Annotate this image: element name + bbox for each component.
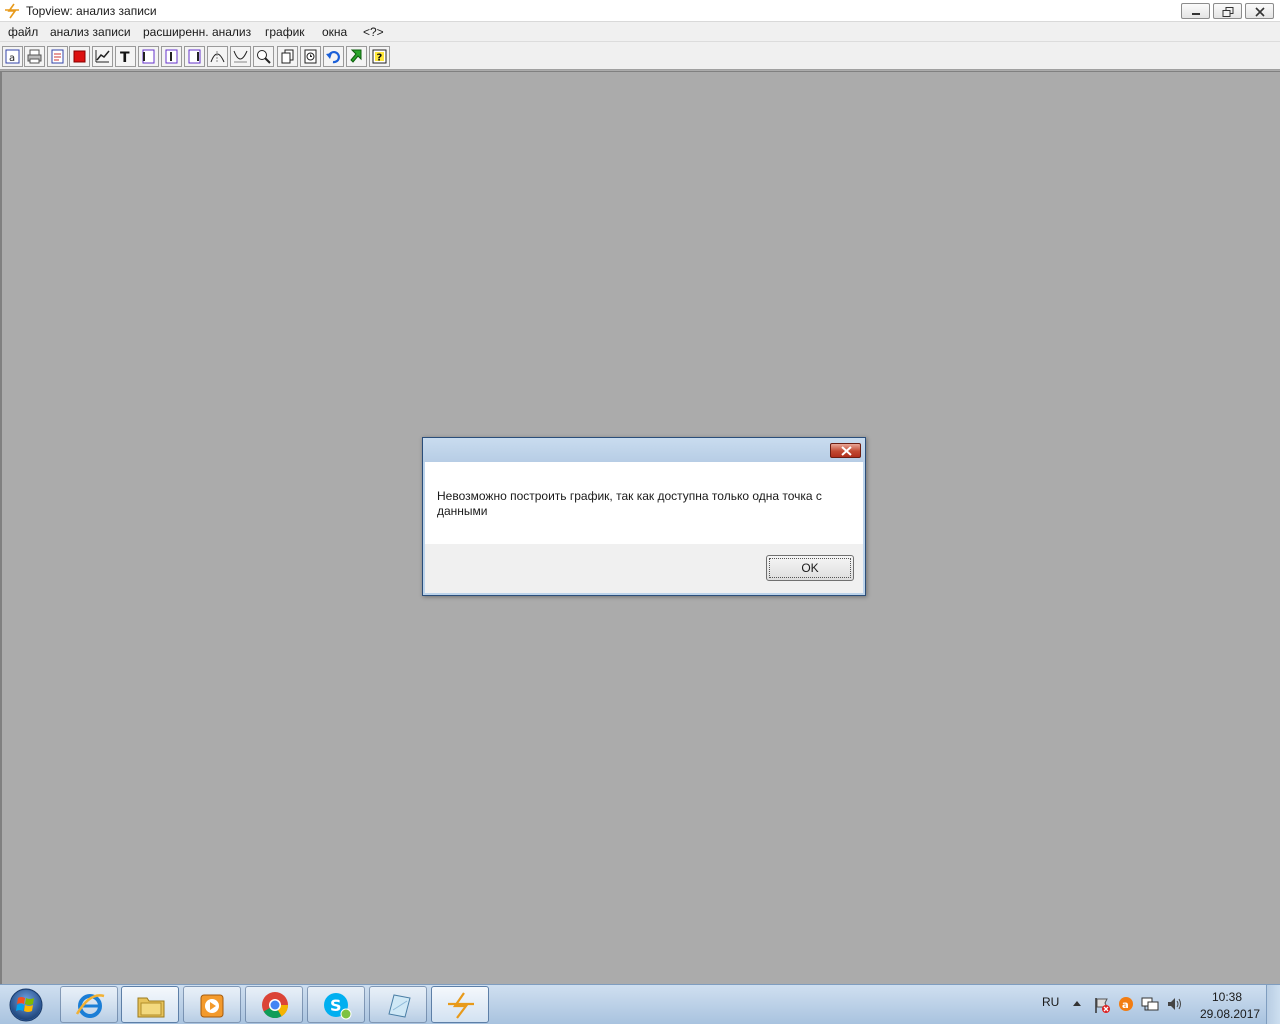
document-right-icon <box>188 49 201 64</box>
minimize-button[interactable] <box>1181 3 1210 19</box>
dialog-footer: OK <box>425 544 863 593</box>
svg-text:S: S <box>330 996 342 1015</box>
taskbar-chrome[interactable] <box>245 986 303 1023</box>
tb-text-t-button[interactable]: T <box>115 46 136 67</box>
tb-zoom-button[interactable] <box>253 46 274 67</box>
zoom-icon <box>257 50 271 64</box>
text-t-icon: T <box>120 50 130 65</box>
menu-graph[interactable]: график <box>265 25 305 39</box>
taskbar-notepad[interactable] <box>369 986 427 1023</box>
show-hidden-icons-icon[interactable] <box>1072 999 1082 1007</box>
dialog-close-button[interactable] <box>830 443 861 458</box>
folder-icon <box>137 997 165 1018</box>
skype-icon: S <box>324 993 352 1020</box>
page-icon <box>51 49 64 64</box>
notepad-icon <box>388 994 411 1018</box>
tb-curve-up-button[interactable] <box>207 46 228 67</box>
close-icon <box>841 446 852 456</box>
svg-text:T: T <box>120 50 130 65</box>
chrome-icon <box>262 992 289 1019</box>
start-button[interactable] <box>4 986 48 1024</box>
tb-help-button[interactable]: ? <box>369 46 390 67</box>
tb-doc-right-button[interactable] <box>184 46 205 67</box>
tb-chart-line-button[interactable] <box>92 46 113 67</box>
taskbar-media-player[interactable] <box>183 986 241 1023</box>
message-dialog: Невозможно построить график, так как дос… <box>422 437 866 596</box>
tb-clock-page-button[interactable] <box>300 46 321 67</box>
action-center-flag-icon[interactable] <box>1093 996 1111 1014</box>
tb-text-a-button[interactable]: a <box>2 46 23 67</box>
restore-button[interactable] <box>1213 3 1242 19</box>
curve-up-icon <box>210 51 225 63</box>
tb-undo-button[interactable] <box>323 46 344 67</box>
tb-green-arrow-button[interactable] <box>346 46 367 67</box>
help-icon: ? <box>372 49 387 64</box>
menu-record-analysis[interactable]: анализ записи <box>50 25 131 39</box>
menu-windows[interactable]: окна <box>322 25 347 39</box>
topview-app-icon[interactable] <box>3 2 21 20</box>
volume-icon[interactable] <box>1166 996 1184 1012</box>
tb-print-button[interactable] <box>24 46 45 67</box>
taskbar-skype[interactable]: S <box>307 986 365 1023</box>
window-title: Topview: анализ записи <box>26 4 157 18</box>
chart-line-icon <box>95 50 110 63</box>
taskbar-topview[interactable] <box>431 986 489 1023</box>
tb-curve-down-button[interactable] <box>230 46 251 67</box>
menu-extended-analysis[interactable]: расширенн. анализ <box>143 25 251 39</box>
dialog-message: Невозможно построить график, так как дос… <box>437 489 822 518</box>
tb-copy-page-button[interactable] <box>277 46 298 67</box>
svg-text:?: ? <box>377 53 383 64</box>
clock-page-icon <box>304 49 317 64</box>
network-icon[interactable] <box>1141 996 1159 1012</box>
undo-icon <box>326 51 340 64</box>
restore-icon <box>1222 7 1234 17</box>
topview-icon <box>448 992 474 1019</box>
green-arrow-icon <box>350 49 362 63</box>
copy-page-icon <box>281 49 294 64</box>
taskbar-internet-explorer[interactable] <box>60 986 118 1023</box>
show-desktop-button[interactable] <box>1266 985 1280 1024</box>
clock-time[interactable]: 10:38 <box>1212 990 1242 1004</box>
dialog-body: Невозможно построить график, так как дос… <box>425 462 863 544</box>
minimize-icon <box>1192 13 1200 15</box>
document-left-icon <box>142 49 155 64</box>
media-player-icon <box>200 994 224 1018</box>
document-center-icon <box>165 49 178 64</box>
language-indicator[interactable]: RU <box>1042 995 1059 1009</box>
internet-explorer-icon <box>75 994 105 1018</box>
ok-button[interactable]: OK <box>766 555 854 581</box>
stop-icon <box>73 50 86 63</box>
svg-text:a: a <box>1122 1000 1129 1011</box>
close-button[interactable] <box>1245 3 1274 19</box>
menu-file[interactable]: файл <box>8 25 38 39</box>
menu-help[interactable]: <?> <box>363 25 384 39</box>
clock-date[interactable]: 29.08.2017 <box>1200 1007 1260 1021</box>
taskbar-file-explorer[interactable] <box>121 986 179 1023</box>
close-icon <box>1255 7 1265 17</box>
avast-icon[interactable]: a <box>1118 996 1134 1012</box>
curve-down-icon <box>233 50 248 63</box>
tb-stop-button[interactable] <box>69 46 90 67</box>
menu-bar: файл анализ записи расширенн. анализ гра… <box>0 22 1280 42</box>
title-bar: Topview: анализ записи <box>0 0 1280 22</box>
printer-icon <box>27 49 42 64</box>
taskbar: S RU a 10:38 29.08.2017 <box>0 984 1280 1024</box>
tb-page-button[interactable] <box>47 46 68 67</box>
svg-text:a: a <box>9 53 15 64</box>
toolbar: a T ? <box>0 42 1280 70</box>
dialog-title-bar <box>423 438 865 462</box>
tb-doc-left-button[interactable] <box>138 46 159 67</box>
text-a-icon: a <box>5 49 20 64</box>
tb-doc-center-button[interactable] <box>161 46 182 67</box>
